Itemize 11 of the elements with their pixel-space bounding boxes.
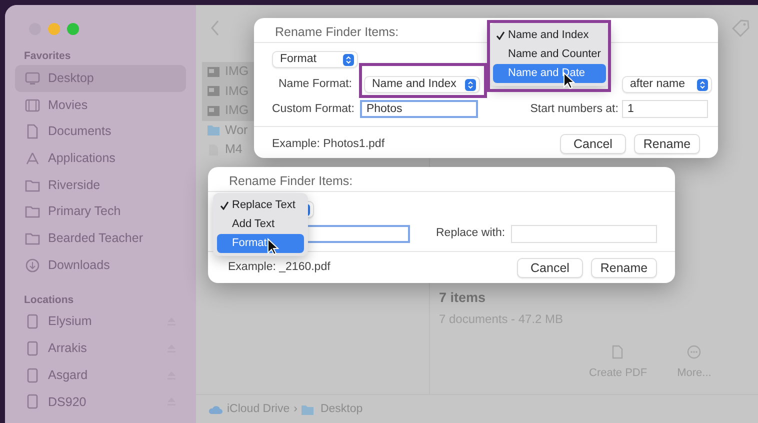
example-text: Example: Photos1.pdf xyxy=(272,136,385,152)
field-label: Start numbers at: xyxy=(529,102,618,117)
sidebar-heading: Favorites xyxy=(23,49,72,64)
field-label: Custom Format: xyxy=(272,102,354,117)
path-separator: › xyxy=(294,402,298,417)
sidebar-heading: Locations xyxy=(23,292,75,308)
field-label: Replace with: xyxy=(436,226,506,242)
items-count: 7 items xyxy=(439,289,487,307)
dialog-title: Rename Finder Items: xyxy=(208,167,675,192)
field-label: Name Format: xyxy=(278,77,352,92)
example-text: Example: _2160.pdf xyxy=(228,260,330,276)
